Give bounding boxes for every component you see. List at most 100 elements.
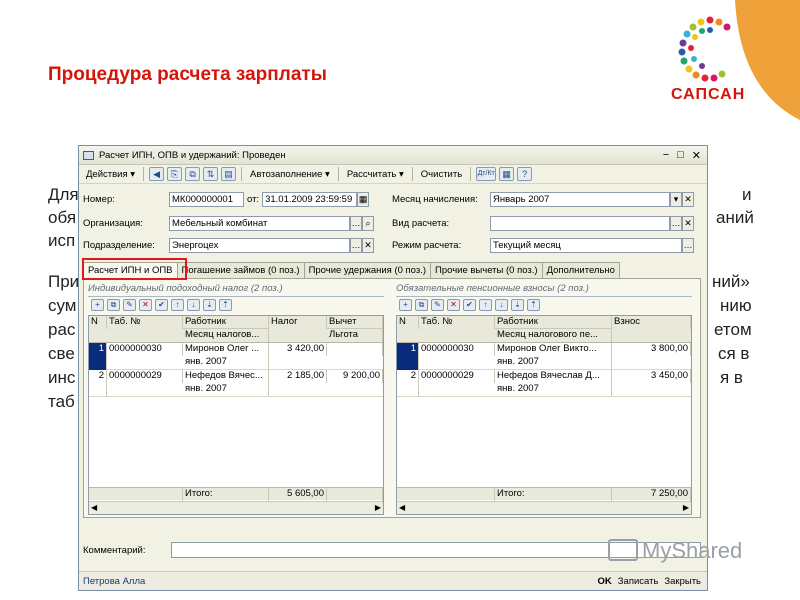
contribution-amount: 3 450,00 xyxy=(612,370,691,383)
bg-text-fragment: нию xyxy=(720,296,752,315)
debit-credit-icon[interactable]: Дт/Кт xyxy=(476,167,497,181)
list-icon[interactable]: ▤ xyxy=(221,167,237,181)
worker-name: Миронов Олег Викто... xyxy=(495,343,612,356)
calc-type-field[interactable] xyxy=(490,215,670,231)
calculate-menu[interactable]: Рассчитать ▾ xyxy=(344,168,407,181)
add-icon[interactable]: + xyxy=(399,299,412,311)
select-button[interactable]: … xyxy=(350,237,362,253)
column-header[interactable]: N xyxy=(89,316,107,329)
scroll-right-icon[interactable]: ▶ xyxy=(375,502,381,514)
window-titlebar[interactable]: Расчет ИПН, ОПВ и удержаний: Проведен − … xyxy=(79,146,707,165)
worker-name: Нефедов Вячеслав Д... xyxy=(495,370,612,383)
move-down-icon[interactable]: ↓ xyxy=(495,299,508,311)
delete-icon[interactable]: ✕ xyxy=(447,299,460,311)
column-header[interactable]: Взнос xyxy=(612,316,691,329)
pension-table[interactable]: N Таб. № Работник Месяц налогового пе...… xyxy=(396,315,692,515)
organization-field[interactable]: Мебельный комбинат xyxy=(169,215,350,231)
table-row[interactable]: 2 0000000029 Нефедов Вячес... янв. 2007 … xyxy=(89,370,383,397)
sort-asc-icon[interactable]: ⇣ xyxy=(511,299,524,311)
tab-loans[interactable]: Погашение займов (0 поз.) xyxy=(176,262,305,278)
search-icon[interactable]: ⌕ xyxy=(362,215,374,231)
edit-icon[interactable]: ✎ xyxy=(431,299,444,311)
dropdown-icon[interactable]: ▾ xyxy=(670,191,682,207)
bg-text-fragment: аний xyxy=(716,208,754,227)
scroll-left-icon[interactable]: ◀ xyxy=(399,502,405,514)
worker-name: Нефедов Вячес... xyxy=(183,370,269,383)
end-edit-icon[interactable]: ✔ xyxy=(463,299,476,311)
toolbar: Действия ▾ ◀ ⎘ ⧉ ⇅ ▤ Автозаполнение ▾ Ра… xyxy=(79,165,707,184)
date-field[interactable]: 31.01.2009 23:59:59 xyxy=(262,191,358,207)
sort-desc-icon[interactable]: ⇡ xyxy=(527,299,540,311)
number-field[interactable]: МК000000001 xyxy=(169,191,244,207)
select-button[interactable]: … xyxy=(670,215,682,231)
save-button[interactable]: Записать xyxy=(618,576,659,587)
help-icon[interactable]: ? xyxy=(517,167,533,181)
horizontal-scrollbar[interactable]: ◀ ▶ xyxy=(89,501,383,514)
column-header[interactable]: Месяц налогов... xyxy=(183,329,269,342)
copy-icon[interactable]: ⎘ xyxy=(167,167,183,181)
clear-icon[interactable]: ✕ xyxy=(682,191,694,207)
comment-label: Комментарий: xyxy=(83,544,146,556)
sort-asc-icon[interactable]: ⇣ xyxy=(203,299,216,311)
accrual-month-field[interactable]: Январь 2007 xyxy=(490,191,670,207)
tax-month: янв. 2007 xyxy=(495,383,612,396)
column-header[interactable]: Вычет xyxy=(327,316,383,329)
column-header[interactable]: Налог xyxy=(269,316,327,329)
copy-icon[interactable]: ⧉ xyxy=(415,299,428,311)
tab-panel: Индивидуальный подоходный налог (2 поз.)… xyxy=(83,278,701,518)
tab-additional[interactable]: Дополнительно xyxy=(541,262,620,278)
bg-text-fragment: сум xyxy=(48,296,77,315)
tab-other-deductions[interactable]: Прочие удержания (0 поз.) xyxy=(303,262,432,278)
scroll-right-icon[interactable]: ▶ xyxy=(683,502,689,514)
autofill-menu[interactable]: Автозаполнение ▾ xyxy=(247,168,333,181)
transfer-icon[interactable]: ⇅ xyxy=(203,167,219,181)
calc-mode-field[interactable]: Текущий месяц xyxy=(490,237,682,253)
select-button[interactable]: … xyxy=(682,237,694,253)
copy-icon[interactable]: ⧉ xyxy=(107,299,120,311)
column-header[interactable]: Льгота xyxy=(327,329,383,342)
table-row[interactable]: 1 0000000030 Миронов Олег Викто... янв. … xyxy=(397,343,691,370)
ok-button[interactable]: OK xyxy=(598,576,612,587)
select-button[interactable]: … xyxy=(350,215,362,231)
report-icon[interactable]: ▦ xyxy=(499,167,515,181)
column-header[interactable]: Работник xyxy=(183,316,269,329)
tab-other-withholdings[interactable]: Прочие вычеты (0 поз.) xyxy=(430,262,543,278)
clear-icon[interactable]: ✕ xyxy=(682,215,694,231)
clear-icon[interactable]: ✕ xyxy=(362,237,374,253)
calc-mode-label: Режим расчета: xyxy=(392,239,462,251)
tab-number: 0000000030 xyxy=(107,343,183,356)
sort-desc-icon[interactable]: ⇡ xyxy=(219,299,232,311)
horizontal-scrollbar[interactable]: ◀ ▶ xyxy=(397,501,691,514)
add-icon[interactable]: + xyxy=(91,299,104,311)
close-button[interactable]: ✕ xyxy=(692,149,701,162)
scroll-left-icon[interactable]: ◀ xyxy=(91,502,97,514)
edit-icon[interactable]: ✎ xyxy=(123,299,136,311)
clear-button[interactable]: Очистить xyxy=(418,168,465,181)
calendar-icon[interactable]: ▦ xyxy=(357,191,370,207)
organization-label: Организация: xyxy=(83,217,143,229)
responsible-user[interactable]: Петрова Алла xyxy=(83,576,145,587)
move-down-icon[interactable]: ↓ xyxy=(187,299,200,311)
column-header[interactable]: Работник xyxy=(495,316,612,329)
minimize-button[interactable]: − xyxy=(663,149,669,162)
department-field[interactable]: Энергоцех xyxy=(169,237,350,253)
table-row[interactable]: 2 0000000029 Нефедов Вячеслав Д... янв. … xyxy=(397,370,691,397)
bg-text-fragment: таб xyxy=(48,392,75,411)
close-button[interactable]: Закрыть xyxy=(664,576,701,587)
move-up-icon[interactable]: ↑ xyxy=(479,299,492,311)
actions-menu[interactable]: Действия ▾ xyxy=(83,168,138,181)
end-edit-icon[interactable]: ✔ xyxy=(155,299,168,311)
column-header[interactable]: Таб. № xyxy=(419,316,495,329)
back-icon[interactable]: ◀ xyxy=(149,167,165,181)
income-tax-table[interactable]: N Таб. № Работник Месяц налогов... Налог… xyxy=(88,315,384,515)
column-header[interactable]: Месяц налогового пе... xyxy=(495,329,612,342)
structure-icon[interactable]: ⧉ xyxy=(185,167,201,181)
bg-text-fragment: све xyxy=(48,344,75,363)
table-row[interactable]: 1 0000000030 Миронов Олег ... янв. 2007 … xyxy=(89,343,383,370)
delete-icon[interactable]: ✕ xyxy=(139,299,152,311)
column-header[interactable]: N xyxy=(397,316,419,329)
maximize-button[interactable]: □ xyxy=(677,149,684,162)
column-header[interactable]: Таб. № xyxy=(107,316,183,329)
income-tax-pane: Индивидуальный подоходный налог (2 поз.)… xyxy=(88,283,384,515)
move-up-icon[interactable]: ↑ xyxy=(171,299,184,311)
